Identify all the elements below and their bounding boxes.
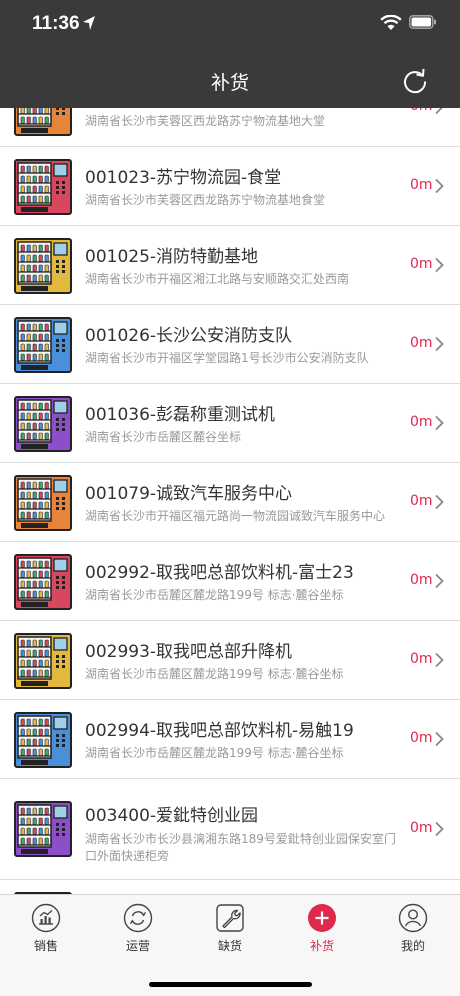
machine-address: 湖南省长沙市岳麓区麓龙路199号 标志·麓谷坐标: [85, 667, 344, 681]
chevron-right-icon: [435, 821, 444, 837]
tab-bar: 销售 运营 缺货 补货 我的: [0, 894, 460, 996]
list-item[interactable]: 湖南省长沙市芙蓉区西龙路苏宁物流基地大堂 0m: [0, 108, 460, 147]
status-bar: 11:36: [0, 0, 460, 48]
tab-replenish[interactable]: 补货: [292, 903, 352, 963]
machine-address: 湖南省长沙市岳麓区麓谷坐标: [85, 430, 242, 444]
chevron-right-icon: [435, 573, 444, 589]
top-bar: 11:36 补货: [0, 0, 460, 108]
list-item[interactable]: 001026-长沙公安消防支队湖南省长沙市开福区学堂园路1号长沙市公安消防支队 0…: [0, 305, 460, 384]
machine-address: 湖南省长沙市芙蓉区西龙路苏宁物流基地大堂: [85, 114, 326, 128]
status-time: 11:36: [32, 13, 80, 34]
plus-circle-icon: [308, 904, 336, 932]
list-item[interactable]: 002994-取我吧总部饮料机-易触19 湖南省长沙市岳麓区麓龙路199号 标志·…: [0, 700, 460, 779]
tab-out-of-stock[interactable]: 缺货: [200, 903, 260, 963]
machine-address: 湖南省长沙市长沙县漓湘东路189号爱鈚特创业园保安室门口外面快递柜旁: [85, 832, 396, 863]
vending-machine-icon: [14, 108, 72, 136]
distance-label: 0m: [410, 335, 433, 351]
chevron-right-icon: [435, 108, 443, 115]
machine-name: 002992-取我吧总部饮料机-富士23: [85, 563, 354, 583]
tab-replenish-label: 补货: [309, 939, 334, 953]
chevron-right-icon: [435, 415, 444, 431]
sales-chart-icon: [31, 903, 61, 933]
app-screen: 11:36 补货 湖南省长沙市芙蓉区西龙路苏宁物流基地大堂0m001023-苏宁…: [0, 0, 460, 996]
tab-operations-label: 运营: [125, 939, 150, 953]
location-arrow-icon: [83, 16, 95, 30]
vending-machine-icon: [14, 554, 72, 610]
distance-label: 0m: [410, 730, 433, 746]
battery-icon: [409, 15, 436, 29]
chevron-right-icon: [435, 652, 444, 668]
vending-machine-icon: [14, 712, 72, 768]
machine-address: 湖南省长沙市开福区湘江北路与安顺路交汇处西南: [85, 272, 350, 286]
machine-name: 001079-诚致汽车服务中心: [85, 484, 293, 504]
vending-machine-icon: [14, 159, 72, 215]
machine-name: 001023-苏宁物流园-食堂: [85, 168, 282, 188]
home-indicator: [149, 982, 312, 987]
list-item[interactable]: 001079-诚致汽车服务中心湖南省长沙市开福区福元路尚一物流园诚致汽车服务中心…: [0, 463, 460, 542]
vending-machine-icon: [14, 801, 72, 857]
list-item[interactable]: 001025-消防特勤基地湖南省长沙市开福区湘江北路与安顺路交汇处西南 0m: [0, 226, 460, 305]
vending-machine-icon: [14, 396, 72, 452]
list-item[interactable]: 002993-取我吧总部升降机湖南省长沙市岳麓区麓龙路199号 标志·麓谷坐标 0…: [0, 621, 460, 700]
distance-label: 0m: [410, 651, 433, 667]
machine-name: 003400-爱鈚特创业园: [85, 806, 259, 826]
chevron-right-icon: [435, 731, 444, 747]
vending-machine-icon: [14, 317, 72, 373]
distance-label: 0m: [410, 108, 433, 114]
machine-name: 002994-取我吧总部饮料机-易触19: [85, 721, 354, 741]
distance-label: 0m: [410, 414, 433, 430]
machine-address: 湖南省长沙市开福区福元路尚一物流园诚致汽车服务中心: [85, 509, 386, 523]
machine-address: 湖南省长沙市岳麓区麓龙路199号 标志·麓谷坐标: [85, 588, 344, 602]
machine-name: 001025-消防特勤基地: [85, 247, 259, 267]
tab-sales-label: 销售: [33, 939, 58, 953]
operations-cycle-icon: [123, 903, 153, 933]
machine-address: 湖南省长沙市岳麓区麓龙路199号 标志·麓谷坐标: [85, 746, 344, 760]
list-item[interactable]: 002992-取我吧总部饮料机-富士23 湖南省长沙市岳麓区麓龙路199号 标志·…: [0, 542, 460, 621]
tab-operations[interactable]: 运营: [108, 903, 168, 963]
replenish-list[interactable]: 湖南省长沙市芙蓉区西龙路苏宁物流基地大堂0m001023-苏宁物流园-食堂湖南省…: [0, 108, 460, 894]
tab-out-of-stock-label: 缺货: [217, 939, 242, 953]
distance-label: 0m: [410, 572, 433, 588]
chevron-right-icon: [435, 257, 444, 273]
machine-name: 002993-取我吧总部升降机: [85, 642, 293, 662]
list-item[interactable]: 001036-彭磊称重测试机湖南省长沙市岳麓区麓谷坐标 0m: [0, 384, 460, 463]
user-icon: [398, 903, 428, 933]
vending-machine-icon: [14, 238, 72, 294]
vending-machine-icon: [14, 475, 72, 531]
machine-name: 001026-长沙公安消防支队: [85, 326, 293, 346]
refresh-icon[interactable]: [400, 66, 430, 96]
machine-address: 湖南省长沙市芙蓉区西龙路苏宁物流基地食堂: [85, 193, 326, 207]
list-item[interactable]: [0, 880, 460, 894]
list-item[interactable]: 001023-苏宁物流园-食堂湖南省长沙市芙蓉区西龙路苏宁物流基地食堂 0m: [0, 147, 460, 226]
tab-mine[interactable]: 我的: [383, 903, 443, 963]
tab-sales[interactable]: 销售: [16, 903, 76, 963]
vending-machine-icon: [14, 633, 72, 689]
distance-label: 0m: [410, 177, 433, 193]
chevron-right-icon: [435, 494, 444, 510]
chevron-right-icon: [435, 336, 444, 352]
distance-label: 0m: [410, 820, 433, 836]
tab-mine-label: 我的: [400, 939, 425, 953]
chevron-right-icon: [435, 178, 444, 194]
wrench-icon: [216, 904, 244, 932]
page-title: 补货: [210, 72, 249, 94]
distance-label: 0m: [410, 256, 433, 272]
distance-label: 0m: [410, 493, 433, 509]
machine-address: 湖南省长沙市开福区学堂园路1号长沙市公安消防支队: [85, 351, 369, 365]
wifi-icon: [380, 15, 402, 30]
list-item[interactable]: 003400-爱鈚特创业园湖南省长沙市长沙县漓湘东路189号爱鈚特创业园保安室门…: [0, 779, 460, 880]
machine-name: 001036-彭磊称重测试机: [85, 405, 276, 425]
